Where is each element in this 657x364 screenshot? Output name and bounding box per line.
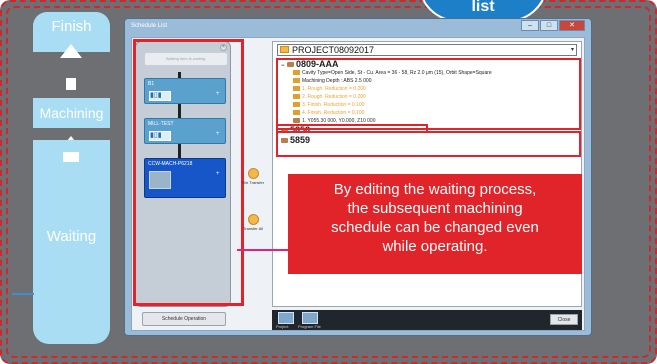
highlight-box	[133, 39, 244, 306]
callout-line-2: the subsequent machining	[347, 200, 523, 217]
maximize-icon[interactable]: □	[540, 20, 558, 31]
transfer-all-label: Transfer All	[242, 226, 264, 231]
project-select[interactable]: PROJECT08092017 ▾	[277, 44, 577, 56]
callout-line-3: schedule can be changed even	[331, 219, 539, 236]
file-transfer-icon	[247, 168, 259, 179]
folder-icon	[280, 46, 289, 53]
transfer-all-button[interactable]: Transfer All	[240, 214, 266, 231]
file-transfer-button[interactable]: File Transfer	[240, 168, 266, 185]
program-file-tab-label: Program File	[298, 324, 321, 329]
callout-box: By editing the waiting process, the subs…	[288, 174, 582, 274]
schedule-operation-button[interactable]: Schedule Operation	[142, 312, 226, 326]
chevron-down-icon[interactable]: ▾	[571, 45, 574, 55]
highlight-box	[276, 131, 581, 157]
machining-label: Machining	[39, 105, 104, 121]
callout-connector	[237, 249, 289, 251]
window-title: Schedule List	[131, 23, 168, 29]
badge-text: list	[471, 0, 495, 15]
arrow-up-icon	[60, 44, 82, 58]
waiting-label: Waiting	[46, 228, 97, 245]
project-tab-label: Project	[276, 324, 289, 329]
project-tab-icon[interactable]	[278, 312, 294, 324]
connector-line	[12, 293, 34, 295]
highlight-box	[276, 58, 581, 130]
finish-label: Finish	[51, 18, 92, 35]
window-controls: – □ ✕	[521, 20, 585, 31]
machining-stage: Machining	[33, 98, 110, 128]
arrow-stem	[63, 152, 79, 162]
arrow-stem	[66, 78, 76, 90]
callout-line-4: while operating.	[382, 238, 488, 255]
close-button[interactable]: Close	[550, 314, 578, 325]
status-flow: Finish Machining Waiting	[33, 8, 110, 346]
file-transfer-label: File Transfer	[241, 180, 265, 185]
minimize-icon[interactable]: –	[521, 20, 539, 31]
transfer-all-icon	[247, 214, 259, 225]
project-name: PROJECT08092017	[292, 45, 375, 55]
close-icon[interactable]: ✕	[559, 20, 585, 31]
callout-line-1: By editing the waiting process,	[333, 181, 537, 198]
waiting-stage: Waiting	[33, 140, 110, 344]
bottom-tab-bar: Project Program File Close	[272, 310, 582, 330]
program-file-tab-icon[interactable]	[302, 312, 318, 324]
